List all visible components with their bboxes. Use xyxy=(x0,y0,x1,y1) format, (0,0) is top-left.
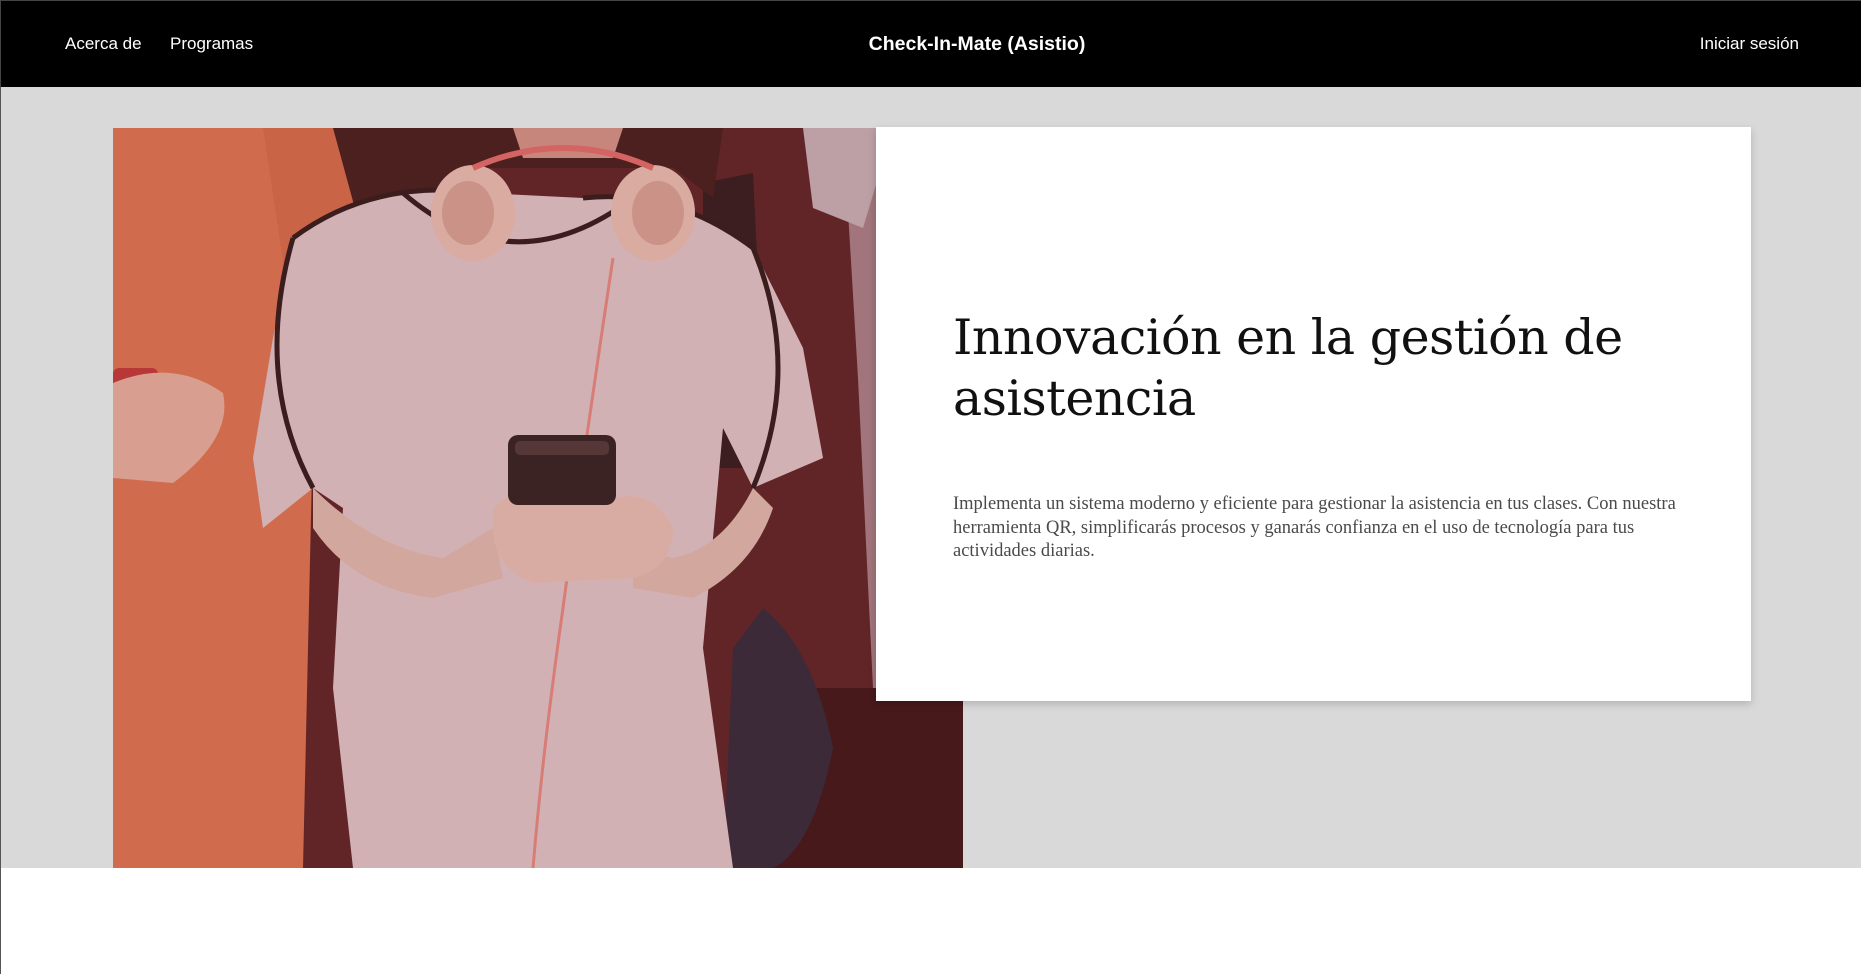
students-with-phones-illustration xyxy=(113,128,963,868)
hero-card: Innovación en la gestión de asistencia I… xyxy=(876,127,1751,701)
nav-link-about[interactable]: Acerca de xyxy=(65,34,142,54)
hero-title: Innovación en la gestión de asistencia xyxy=(953,309,1623,427)
hero-description: Implementa un sistema moderno y eficient… xyxy=(953,494,1676,561)
top-navbar: Acerca de Programas Check-In-Mate (Asist… xyxy=(0,0,1861,87)
next-section xyxy=(0,868,1861,974)
nav-link-programs[interactable]: Programas xyxy=(170,34,253,54)
login-link[interactable]: Iniciar sesión xyxy=(1700,34,1799,54)
brand-title: Check-In-Mate (Asistio) xyxy=(868,33,1086,55)
hero-photo xyxy=(113,128,963,868)
